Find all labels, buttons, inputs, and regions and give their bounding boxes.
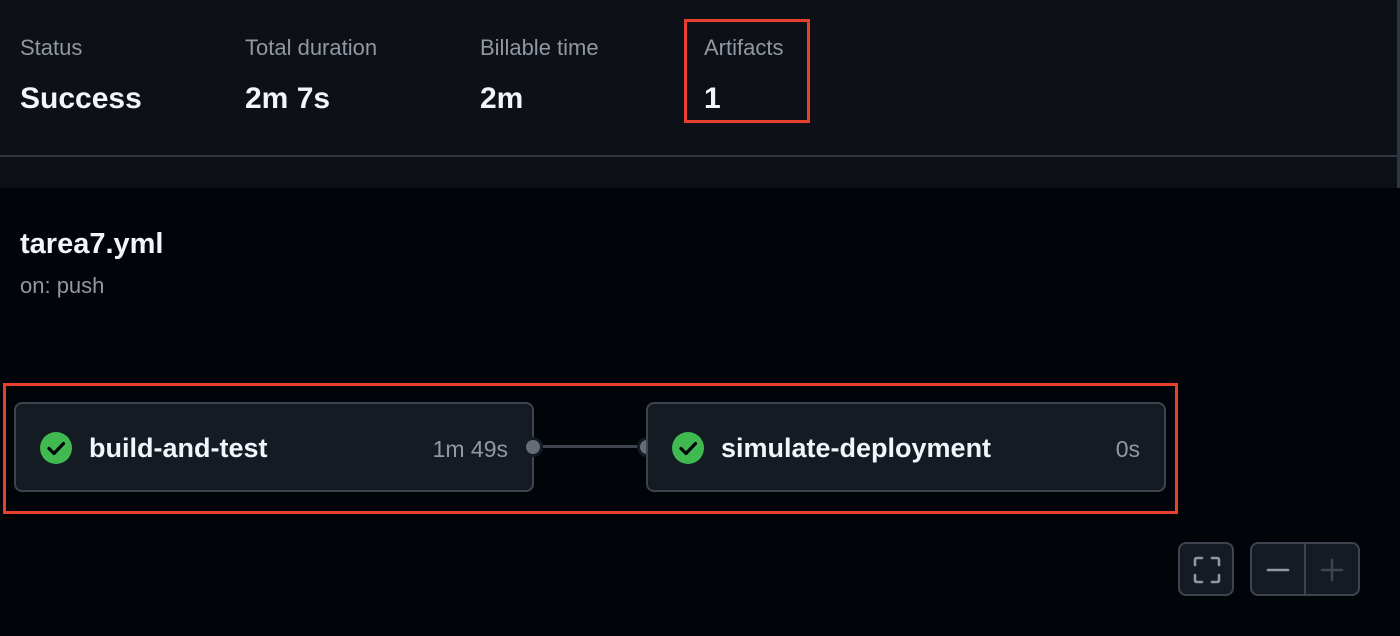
status-value: Success [20, 82, 142, 115]
job-card-simulate-deployment[interactable]: simulate-deployment 0s [646, 402, 1166, 492]
fullscreen-icon [1193, 556, 1221, 584]
job-duration: 0s [1115, 436, 1140, 462]
zoom-out-button[interactable] [1252, 544, 1304, 594]
artifacts-highlight-box [684, 19, 810, 123]
status-label: Status [20, 35, 83, 60]
check-circle-icon [40, 432, 72, 464]
duration-value: 2m 7s [245, 82, 331, 115]
zoom-controls [1250, 542, 1360, 596]
job-name: build-and-test [89, 433, 268, 463]
duration-label: Total duration [245, 35, 378, 60]
job-output-node [523, 437, 543, 457]
zoom-in-button[interactable] [1306, 544, 1358, 594]
billable-stat: Billable time 2m [480, 34, 599, 116]
plus-icon [1320, 558, 1344, 582]
billable-value: 2m [480, 82, 524, 115]
job-name: simulate-deployment [721, 433, 992, 463]
fullscreen-button[interactable] [1178, 542, 1234, 596]
billable-label: Billable time [480, 35, 599, 60]
duration-stat: Total duration 2m 7s [245, 34, 377, 116]
job-duration: 1m 49s [432, 436, 508, 462]
minus-icon [1266, 568, 1290, 572]
status-stat: Status Success [20, 34, 142, 116]
workflow-trigger: on: push [20, 273, 105, 298]
check-circle-icon [672, 432, 704, 464]
section-divider-band [0, 157, 1400, 188]
job-connector-line [540, 445, 640, 448]
job-card-build-and-test[interactable]: build-and-test 1m 49s [14, 402, 534, 492]
workflow-name: tarea7.yml [20, 228, 164, 260]
run-summary: Status Success Total duration 2m 7s Bill… [0, 0, 1400, 157]
